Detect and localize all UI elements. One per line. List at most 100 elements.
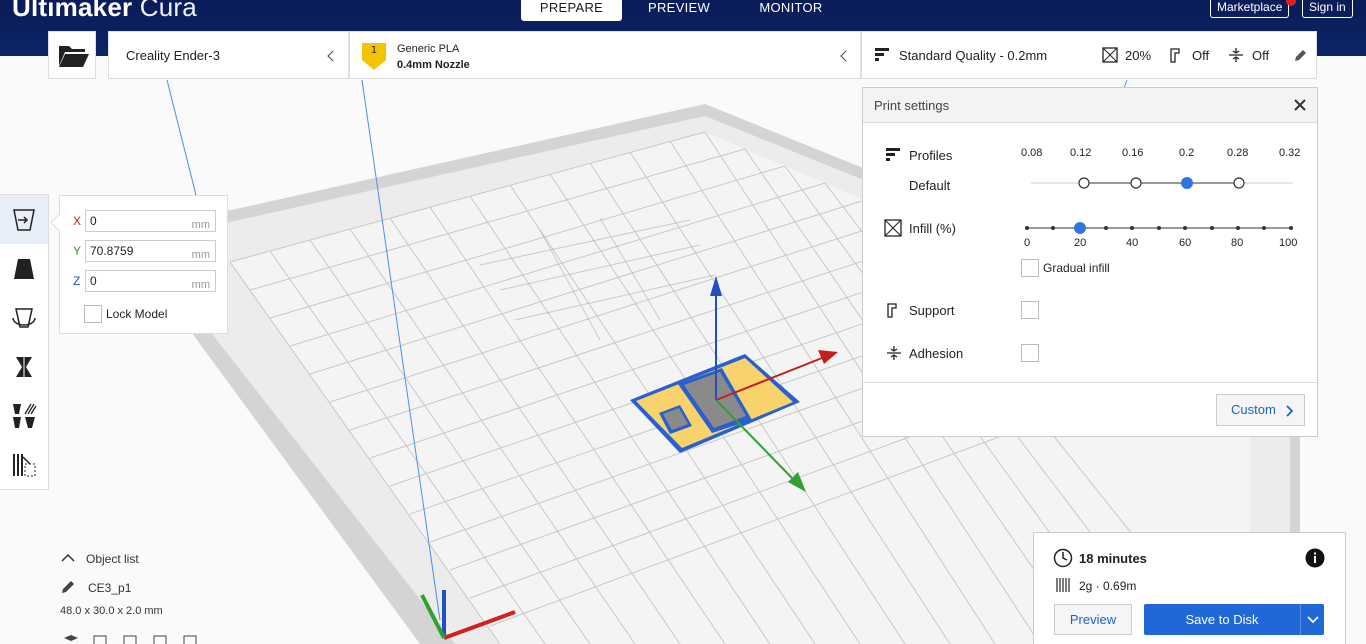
adhesion-value: Off <box>1252 48 1270 63</box>
y-unit: mm <box>191 249 210 261</box>
support-icon <box>1170 48 1180 63</box>
material-name: Generic PLA <box>397 43 460 55</box>
scale-tool-icon <box>14 258 34 279</box>
y-coordinate-value: 70.8759 <box>90 244 134 258</box>
pencil-icon[interactable] <box>1293 49 1307 63</box>
x-coordinate-value: 0 <box>90 214 97 228</box>
quality-profile: Standard Quality - 0.2mm <box>899 48 1048 63</box>
infill-label: Infill (%) <box>909 221 956 236</box>
infill-icon <box>1102 47 1118 63</box>
material-usage: 2g · 0.69m <box>1079 579 1137 593</box>
support-icon <box>887 303 897 318</box>
mirror-tool-button[interactable] <box>0 342 48 391</box>
y-coordinate-input[interactable]: 70.8759 mm <box>85 240 216 262</box>
z-coordinate-input[interactable]: 0 mm <box>85 270 216 292</box>
infill-tick: 0 <box>1024 237 1031 249</box>
layer-height-tick: 0.12 <box>1070 147 1092 159</box>
object-name: CE3_p1 <box>88 581 132 595</box>
extruder-number: 1 <box>370 45 378 56</box>
tab-preview[interactable]: PREVIEW <box>638 0 720 21</box>
per-model-settings-button[interactable] <box>0 391 48 440</box>
material-selector[interactable]: 1 Generic PLA 0.4mm Nozzle <box>349 31 861 79</box>
infill-icon <box>884 219 902 237</box>
rotate-tool-button[interactable] <box>0 293 48 342</box>
z-coordinate-value: 0 <box>90 274 97 288</box>
print-setup-selector[interactable]: Standard Quality - 0.2mm 20% Off Off <box>861 31 1317 79</box>
print-settings-title: Print settings <box>874 98 950 113</box>
app-logo: Ultimaker Cura <box>12 0 197 23</box>
move-tool-panel: X 0 mm Y 70.8759 mm Z 0 mm Lock Model <box>59 195 228 334</box>
mirror-tool-icon <box>16 354 32 379</box>
per-model-settings-icon <box>13 403 37 428</box>
clock-icon <box>1053 548 1073 568</box>
divider <box>863 382 1317 383</box>
save-options-button[interactable] <box>1300 604 1324 635</box>
tab-monitor[interactable]: MONITOR <box>745 0 837 21</box>
info-icon[interactable] <box>1305 548 1325 568</box>
printer-selector[interactable]: Creality Ender-3 <box>108 31 349 79</box>
layer-height-tick: 0.2 <box>1179 147 1195 159</box>
printer-name: Creality Ender-3 <box>126 48 220 63</box>
profiles-icon <box>886 148 900 161</box>
folder-icon <box>59 46 89 67</box>
chevron-right-icon <box>1286 405 1294 417</box>
y-axis-label: Y <box>73 244 82 258</box>
x-unit: mm <box>191 219 210 231</box>
camera-frustum-line <box>166 79 197 196</box>
tab-prepare[interactable]: PREPARE <box>521 0 622 21</box>
support-checkbox[interactable] <box>1021 301 1039 319</box>
layer-height-slider[interactable] <box>1027 175 1297 191</box>
y-coordinate-row: Y 70.8759 mm <box>70 240 220 262</box>
infill-tick: 20 <box>1074 237 1087 249</box>
tool-bar <box>0 194 49 490</box>
marketplace-button[interactable]: Marketplace <box>1210 0 1290 18</box>
infill-slider[interactable] <box>1020 221 1300 235</box>
save-to-disk-button[interactable]: Save to Disk <box>1144 604 1300 635</box>
move-tool-icon <box>13 208 35 231</box>
close-icon[interactable] <box>1294 99 1306 111</box>
chevron-left-icon <box>840 50 852 62</box>
x-coordinate-input[interactable]: 0 mm <box>85 210 216 232</box>
layer-height-tick: 0.16 <box>1122 147 1144 159</box>
adhesion-checkbox[interactable] <box>1021 344 1039 362</box>
layer-height-tick: 0.32 <box>1279 147 1301 159</box>
chevron-left-icon <box>327 50 339 62</box>
chevron-up-icon[interactable] <box>61 553 75 563</box>
view-orientation-icons[interactable] <box>62 634 212 644</box>
gradual-infill-checkbox[interactable] <box>1021 259 1039 277</box>
print-job-panel: 18 minutes 2g · 0.69m Preview Save to Di… <box>1033 532 1346 644</box>
lock-model-label: Lock Model <box>106 307 168 321</box>
open-file-button[interactable] <box>48 31 96 79</box>
infill-tick: 40 <box>1126 237 1139 249</box>
profiles-label: Profiles <box>909 148 953 163</box>
lock-model-checkbox[interactable] <box>84 305 102 323</box>
rotate-tool-icon <box>12 307 36 328</box>
custom-settings-button[interactable]: Custom <box>1216 394 1305 426</box>
notification-badge <box>1286 0 1296 6</box>
sign-in-button[interactable]: Sign in <box>1302 0 1353 18</box>
spool-icon <box>1056 578 1070 592</box>
x-axis-label: X <box>73 214 82 228</box>
z-unit: mm <box>191 279 210 291</box>
scale-tool-button[interactable] <box>0 244 48 293</box>
support-label: Support <box>909 303 955 318</box>
pencil-icon[interactable] <box>61 580 75 594</box>
object-list-toggle[interactable]: Object list <box>86 552 139 566</box>
z-axis-label: Z <box>73 274 81 288</box>
infill-tick: 100 <box>1279 237 1298 249</box>
move-tool-button[interactable] <box>0 195 48 244</box>
profile-name: Default <box>909 178 951 193</box>
infill-tick: 80 <box>1231 237 1244 249</box>
app-title-bold: Ultimaker <box>12 0 133 22</box>
object-dimensions: 48.0 x 30.0 x 2.0 mm <box>60 605 163 617</box>
layer-height-tick: 0.08 <box>1021 147 1043 159</box>
nozzle-size: 0.4mm Nozzle <box>397 59 470 71</box>
x-coordinate-row: X 0 mm <box>70 210 220 232</box>
support-blocker-button[interactable] <box>0 440 48 489</box>
chevron-down-icon <box>1307 616 1319 624</box>
custom-button-label: Custom <box>1231 402 1276 417</box>
profile-bars-icon <box>875 48 889 61</box>
preview-button[interactable]: Preview <box>1054 604 1132 635</box>
infill-tick: 60 <box>1179 237 1192 249</box>
print-settings-panel: Print settings Profiles Default 0.08 0.1… <box>862 87 1318 437</box>
